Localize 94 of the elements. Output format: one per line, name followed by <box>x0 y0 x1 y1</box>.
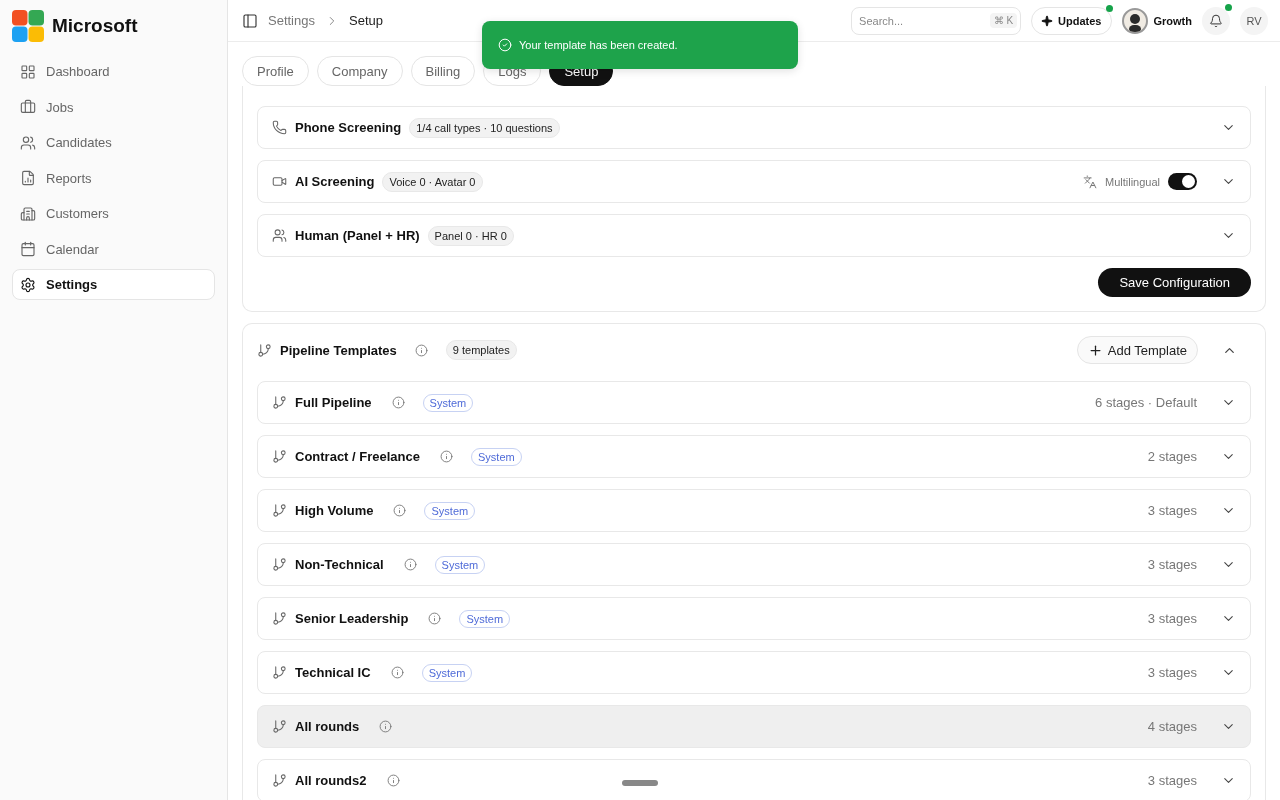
info-icon <box>391 396 405 409</box>
logo-icon <box>12 10 44 42</box>
screening-row[interactable]: AI Screening Voice 0 · Avatar 0 Multilingual <box>257 160 1251 203</box>
toggle-label: Multilingual <box>1104 175 1160 188</box>
updates-button[interactable]: Updates <box>1031 6 1112 35</box>
info-icon <box>414 343 428 357</box>
template-row[interactable]: Contract / Freelance System 2 stages <box>257 435 1251 478</box>
branch-icon <box>272 449 287 464</box>
notifications-button[interactable] <box>1202 6 1230 35</box>
stage-count: 3 stages <box>1147 503 1197 518</box>
branch-icon <box>272 557 287 572</box>
workspace-name[interactable]: Growth <box>1153 14 1192 27</box>
building-icon <box>20 205 36 222</box>
stage-count: 3 stages <box>1147 611 1197 626</box>
branch-icon <box>272 665 287 680</box>
sparkle-icon <box>1041 14 1054 27</box>
briefcase-icon <box>20 99 36 115</box>
scroll-handle[interactable] <box>622 780 658 786</box>
template-row[interactable]: Non-Technical System 3 stages <box>257 543 1251 586</box>
template-name: Senior Leadership <box>295 611 409 626</box>
template-row[interactable]: Senior Leadership System 3 stages <box>257 597 1251 640</box>
template-name: Non-Technical <box>295 557 384 572</box>
users-icon <box>20 134 36 151</box>
breadcrumb-item[interactable]: Settings <box>268 13 315 28</box>
info-icon <box>390 666 404 679</box>
template-name: Technical IC <box>295 665 371 680</box>
screening-row[interactable]: Human (Panel + HR) Panel 0 · HR 0 <box>257 214 1251 257</box>
multilingual-switch[interactable] <box>1168 173 1197 190</box>
stage-count: 3 stages <box>1147 557 1197 572</box>
template-name: All rounds <box>295 719 360 734</box>
save-configuration-button[interactable]: Save Configuration <box>1098 268 1251 297</box>
template-name: Contract / Freelance <box>295 449 420 464</box>
screening-row[interactable]: Phone Screening 1/4 call types · 10 questions <box>257 106 1251 149</box>
branch-icon <box>272 719 287 734</box>
bell-icon <box>1209 13 1223 28</box>
sidebar-item[interactable]: Candidates <box>12 127 215 158</box>
sidebar-item[interactable]: Customers <box>12 198 215 229</box>
users-icon <box>272 228 287 243</box>
report-icon <box>20 170 36 186</box>
calendar-icon <box>20 241 36 257</box>
info-icon <box>386 774 400 787</box>
brand-name: Microsoft <box>52 15 138 37</box>
settings-icon <box>20 276 36 293</box>
stage-count: 3 stages <box>1147 665 1197 680</box>
template-name: All rounds2 <box>295 773 367 788</box>
video-camera-icon <box>272 174 287 189</box>
template-row[interactable]: All rounds 4 stages <box>257 705 1251 748</box>
tab[interactable]: Company <box>316 56 403 86</box>
tab[interactable]: Profile <box>242 56 309 86</box>
stage-count: 3 stages <box>1147 773 1197 788</box>
summary-chip: Voice 0 · Avatar 0 <box>382 171 483 192</box>
section-title: Pipeline Templates <box>280 342 397 358</box>
branch-icon <box>272 611 287 626</box>
toast-message: Your template has been created. <box>519 39 678 51</box>
branch-icon <box>272 773 287 788</box>
info-icon <box>428 612 442 625</box>
sidebar-item[interactable]: Calendar <box>12 233 215 265</box>
sidebar-item[interactable]: Jobs <box>12 91 215 123</box>
info-icon <box>403 558 417 571</box>
sidebar-item[interactable]: Dashboard <box>12 56 215 87</box>
info-icon <box>440 450 453 463</box>
translate-icon <box>1082 174 1097 189</box>
stage-count: 2 stages <box>1147 449 1197 464</box>
check-circle-icon <box>498 38 512 52</box>
template-row[interactable]: High Volume System 3 stages <box>257 489 1251 532</box>
sidebar-item[interactable]: Settings <box>12 269 215 300</box>
row-title: Phone Screening <box>295 120 402 135</box>
add-template-button[interactable]: Add Template <box>1076 336 1198 364</box>
branch-icon <box>272 503 287 518</box>
template-count: 9 templates <box>445 340 517 360</box>
plus-icon <box>1087 342 1103 358</box>
sidebar-toggle-icon <box>242 12 258 29</box>
summary-chip: Panel 0 · HR 0 <box>427 225 514 246</box>
dashboard-icon <box>20 63 36 80</box>
user-avatar[interactable]: RV <box>1240 6 1268 35</box>
stage-count: 6 stages · Default <box>1095 395 1197 410</box>
branch-icon <box>272 395 287 410</box>
template-name: Full Pipeline <box>295 395 372 410</box>
workspace-avatar[interactable] <box>1121 7 1148 34</box>
template-row[interactable]: Full Pipeline System 6 stages · Default <box>257 381 1251 424</box>
phone-icon <box>272 120 287 135</box>
info-icon <box>379 720 393 733</box>
template-name: High Volume <box>295 503 374 518</box>
sidebar-item[interactable]: Reports <box>12 162 215 194</box>
tab[interactable]: Billing <box>410 56 476 86</box>
summary-chip: 1/4 call types · 10 questions <box>409 117 560 138</box>
breadcrumb-item: Setup <box>349 13 383 28</box>
row-title: Human (Panel + HR) <box>295 228 420 243</box>
branch-icon <box>257 342 272 358</box>
template-row[interactable]: All rounds2 3 stages <box>257 759 1251 800</box>
row-title: AI Screening <box>295 174 375 189</box>
stage-count: 4 stages <box>1147 719 1197 734</box>
info-icon <box>393 504 407 517</box>
template-row[interactable]: Technical IC System 3 stages <box>257 651 1251 694</box>
